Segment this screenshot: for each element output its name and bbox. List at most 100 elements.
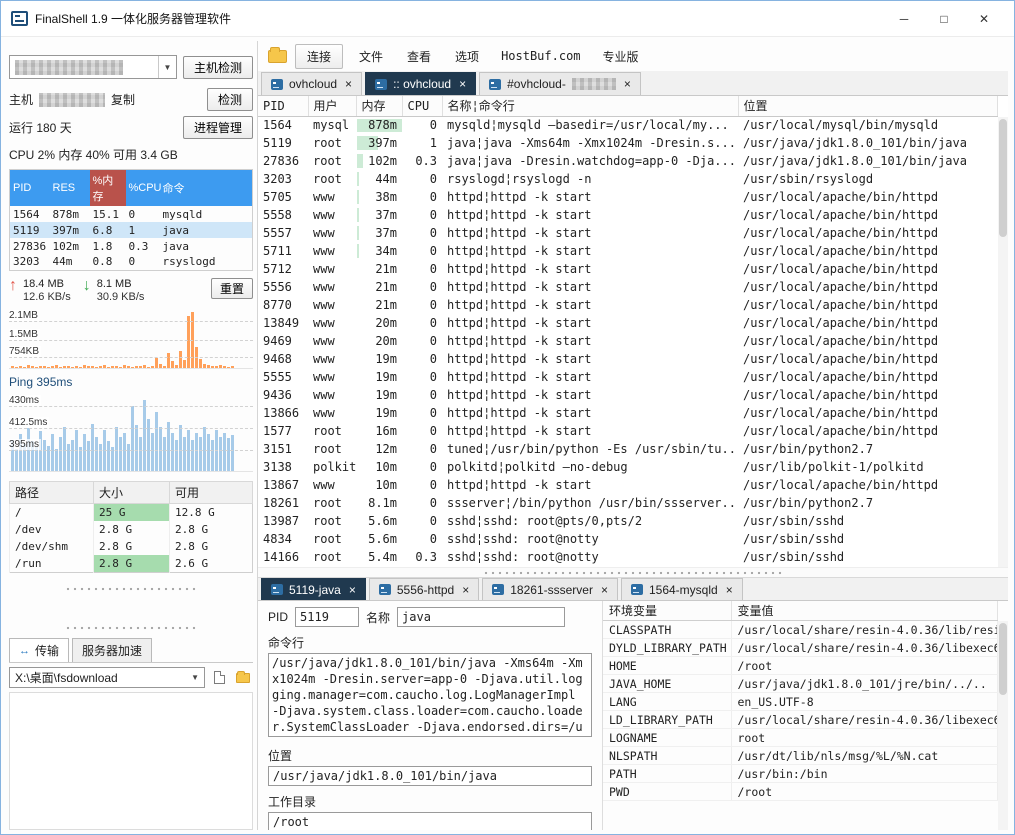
mini-column-header[interactable]: PID <box>10 170 50 207</box>
env-row[interactable]: JAVA_HOME /usr/java/jdk1.8.0_101/jre/bin… <box>603 675 998 693</box>
detail-tab[interactable]: 5119-java × <box>261 578 366 600</box>
process-row[interactable]: 5558 www 37m 0 httpd¦httpd -k start /usr… <box>258 206 998 224</box>
process-column-header[interactable]: CPU <box>402 96 442 116</box>
process-row[interactable]: 5712 www 21m 0 httpd¦httpd -k start /usr… <box>258 260 998 278</box>
close-icon[interactable]: × <box>624 77 631 91</box>
process-row[interactable]: 5556 www 21m 0 httpd¦httpd -k start /usr… <box>258 278 998 296</box>
process-row[interactable]: 3151 root 12m 0 tuned¦/usr/bin/python -E… <box>258 440 998 458</box>
process-row[interactable]: 1564 mysql 878m 0 mysqld¦mysqld —basedir… <box>258 116 998 134</box>
hostbuf-link[interactable]: HostBuf.com <box>495 46 586 66</box>
open-folder-button[interactable] <box>233 668 253 688</box>
maximize-button[interactable]: □ <box>924 4 964 34</box>
menu-view[interactable]: 查看 <box>399 45 439 68</box>
scrollbar-thumb[interactable] <box>999 623 1007 695</box>
process-row[interactable]: 3138 polkitd 10m 0 polkitd¦polkitd —no-d… <box>258 458 998 476</box>
process-row[interactable]: 8770 www 21m 0 httpd¦httpd -k start /usr… <box>258 296 998 314</box>
process-row[interactable]: 9468 www 19m 0 httpd¦httpd -k start /usr… <box>258 350 998 368</box>
splitter-handle[interactable] <box>66 587 196 591</box>
disk-row[interactable]: /run 2.8 G 2.6 G <box>10 555 253 573</box>
detail-tab[interactable]: 5556-httpd × <box>369 578 479 600</box>
env-row[interactable]: PATH /usr/bin:/bin <box>603 765 998 783</box>
process-row[interactable]: 18261 root 8.1m 0 ssserver¦/bin/python /… <box>258 494 998 512</box>
disk-column-header[interactable]: 大小 <box>94 481 170 503</box>
process-row[interactable]: 9469 www 20m 0 httpd¦httpd -k start /usr… <box>258 332 998 350</box>
scrollbar-thumb[interactable] <box>999 119 1007 237</box>
disk-row[interactable]: / 25 G 12.8 G <box>10 503 253 521</box>
process-row[interactable]: 1577 root 16m 0 httpd¦httpd -k start /us… <box>258 422 998 440</box>
close-icon[interactable]: × <box>601 583 608 597</box>
pro-version-label[interactable]: 专业版 <box>595 45 647 68</box>
sidebar-tab-accelerate[interactable]: 服务器加速 <box>72 638 152 662</box>
close-icon[interactable]: × <box>345 77 352 91</box>
process-column-header[interactable]: PID <box>258 96 308 116</box>
mini-process-row[interactable]: 1564 878m 15.1 0 mysqld <box>10 206 253 222</box>
process-row[interactable]: 27836 root 102m 0.3 java¦java -Dresin.wa… <box>258 152 998 170</box>
close-icon[interactable]: × <box>462 583 469 597</box>
close-icon[interactable]: × <box>726 583 733 597</box>
workdir-field[interactable] <box>268 812 592 830</box>
splitter-handle[interactable] <box>66 626 196 630</box>
reset-button[interactable]: 重置 <box>211 278 253 299</box>
horizontal-scrollbar[interactable] <box>258 567 1008 577</box>
host-check-button[interactable]: 主机检测 <box>183 56 253 79</box>
mini-column-header[interactable]: 命令 <box>160 170 253 207</box>
process-column-header[interactable]: 内存 <box>356 96 402 116</box>
env-row[interactable]: HOME /root <box>603 657 998 675</box>
mini-process-row[interactable]: 27836 102m 1.8 0.3 java <box>10 238 253 254</box>
menu-options[interactable]: 选项 <box>447 45 487 68</box>
mini-process-row[interactable]: 5119 397m 6.8 1 java <box>10 222 253 238</box>
pid-field[interactable] <box>295 607 359 627</box>
vertical-scrollbar[interactable] <box>998 117 1008 567</box>
copy-link[interactable]: 复制 <box>111 91 135 108</box>
mini-column-header[interactable]: %内存 <box>90 170 126 207</box>
detail-tab[interactable]: 1564-mysqld × <box>621 578 743 600</box>
process-column-header[interactable]: 名称¦命令行 <box>442 96 738 116</box>
check-button[interactable]: 检测 <box>207 88 253 111</box>
env-row[interactable]: PWD /root <box>603 783 998 801</box>
env-row[interactable]: LOGNAME root <box>603 729 998 747</box>
env-row[interactable]: DYLD_LIBRARY_PATH /usr/local/share/resin… <box>603 639 998 657</box>
process-row[interactable]: 5705 www 38m 0 httpd¦httpd -k start /usr… <box>258 188 998 206</box>
mini-column-header[interactable]: %CPU <box>126 170 160 207</box>
env-row[interactable]: NLSPATH /usr/dt/lib/nls/msg/%L/%N.cat <box>603 747 998 765</box>
process-row[interactable]: 5557 www 37m 0 httpd¦httpd -k start /usr… <box>258 224 998 242</box>
process-column-header[interactable]: 位置 <box>738 96 998 116</box>
close-icon[interactable]: × <box>349 583 356 597</box>
process-row[interactable]: 14166 root 5.4m 0.3 sshd¦sshd: root@nott… <box>258 548 998 566</box>
detail-tab[interactable]: 18261-ssserver × <box>482 578 618 600</box>
process-row[interactable]: 9436 www 19m 0 httpd¦httpd -k start /usr… <box>258 386 998 404</box>
env-scrollbar[interactable] <box>998 621 1008 830</box>
process-row[interactable]: 5119 root 397m 1 java¦java -Xms64m -Xmx1… <box>258 134 998 152</box>
session-tab[interactable]: ovhcloud × <box>261 72 362 95</box>
location-field[interactable] <box>268 766 592 786</box>
connect-button[interactable]: 连接 <box>295 44 343 69</box>
session-tab[interactable]: :: ovhcloud × <box>365 72 476 95</box>
process-row[interactable]: 3203 root 44m 0 rsyslogd¦rsyslogd -n /us… <box>258 170 998 188</box>
mini-process-row[interactable]: 3203 44m 0.8 0 rsyslogd <box>10 254 253 270</box>
menu-file[interactable]: 文件 <box>351 45 391 68</box>
session-tab[interactable]: #ovhcloud- × <box>479 72 641 95</box>
env-column-header[interactable]: 环境变量 <box>603 601 731 621</box>
download-path-dropdown[interactable]: X:\桌面\fsdownload ▼ <box>9 667 205 688</box>
sidebar-tab-transfer[interactable]: ↔ 传输 <box>9 638 69 662</box>
mini-column-header[interactable]: RES <box>50 170 90 207</box>
disk-row[interactable]: /dev 2.8 G 2.8 G <box>10 521 253 538</box>
process-column-header[interactable]: 用户 <box>308 96 356 116</box>
env-row[interactable]: LD_LIBRARY_PATH /usr/local/share/resin-4… <box>603 711 998 729</box>
minimize-button[interactable]: ─ <box>884 4 924 34</box>
name-field[interactable] <box>397 607 565 627</box>
open-folder-icon[interactable] <box>268 50 287 63</box>
process-row[interactable]: 5711 www 34m 0 httpd¦httpd -k start /usr… <box>258 242 998 260</box>
process-row[interactable]: 5555 www 19m 0 httpd¦httpd -k start /usr… <box>258 368 998 386</box>
process-manager-button[interactable]: 进程管理 <box>183 116 253 139</box>
file-list-area[interactable] <box>9 692 253 830</box>
process-row[interactable]: 13866 www 19m 0 httpd¦httpd -k start /us… <box>258 404 998 422</box>
process-row[interactable]: 13849 www 20m 0 httpd¦httpd -k start /us… <box>258 314 998 332</box>
disk-column-header[interactable]: 路径 <box>10 481 94 503</box>
disk-column-header[interactable]: 可用 <box>170 481 253 503</box>
disk-row[interactable]: /dev/shm 2.8 G 2.8 G <box>10 538 253 555</box>
close-icon[interactable]: × <box>459 77 466 91</box>
process-row[interactable]: 13867 www 10m 0 httpd¦httpd -k start /us… <box>258 476 998 494</box>
process-row[interactable]: 4834 root 5.6m 0 sshd¦sshd: root@notty /… <box>258 530 998 548</box>
env-row[interactable]: CLASSPATH /usr/local/share/resin-4.0.36/… <box>603 621 998 639</box>
